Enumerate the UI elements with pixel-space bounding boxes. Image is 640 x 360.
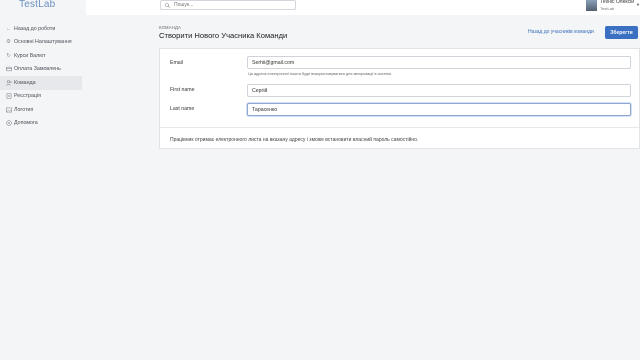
sidebar-item-logo[interactable]: Логотип xyxy=(0,103,82,117)
users-icon xyxy=(4,79,13,86)
chevron-down-icon[interactable]: ▼ xyxy=(636,2,640,7)
user-info[interactable]: Техніс Олексій TestLab xyxy=(600,0,634,11)
search-icon xyxy=(165,2,170,8)
sidebar-item-label: Реєстрація xyxy=(14,93,41,100)
avatar[interactable] xyxy=(586,0,598,11)
last-name-field[interactable] xyxy=(247,103,631,116)
sidebar-item-label: Оплата Замовлень xyxy=(14,66,61,73)
sidebar-item-label: Назад до роботи xyxy=(14,25,56,32)
sidebar-item-payments[interactable]: Оплата Замовлень xyxy=(0,63,82,77)
breadcrumb[interactable]: КОМАНДА xyxy=(159,25,181,30)
sidebar-item-registration[interactable]: Реєстрація xyxy=(0,90,82,104)
help-icon xyxy=(4,120,13,127)
image-icon xyxy=(4,106,13,113)
last-name-label: Last name xyxy=(170,106,195,112)
refresh-icon: ↻ xyxy=(6,52,11,59)
page-title: Створити Нового Учасника Команди xyxy=(159,31,288,40)
user-name: Техніс Олексій xyxy=(600,0,635,5)
sidebar-nav: ← Назад до роботи ⚙ Основні Налаштування… xyxy=(0,22,82,130)
email-label: Email xyxy=(170,60,183,66)
sidebar-item-back[interactable]: ← Назад до роботи xyxy=(0,22,82,36)
email-hint: Ця адреса електронної пошти буде викорис… xyxy=(248,72,392,76)
user-company: TestLab xyxy=(600,5,615,11)
first-name-field[interactable] xyxy=(247,84,631,97)
search-input[interactable] xyxy=(174,2,284,8)
sidebar-item-label: Допомога xyxy=(14,120,38,127)
sidebar-item-settings[interactable]: ⚙ Основні Налаштування xyxy=(0,36,82,50)
topbar: Техніс Олексій TestLab ▼ xyxy=(86,0,640,15)
checklist-icon xyxy=(4,93,13,100)
sidebar-item-help[interactable]: Допомога xyxy=(0,117,82,131)
sidebar-item-label: Команда xyxy=(14,79,36,86)
email-field[interactable] xyxy=(247,56,631,69)
app-logo[interactable]: TestLab xyxy=(0,0,82,16)
gear-icon: ⚙ xyxy=(6,39,11,46)
divider xyxy=(160,127,639,128)
arrow-left-icon: ← xyxy=(5,25,12,32)
card-icon xyxy=(4,66,13,73)
save-button[interactable]: Зберегти xyxy=(605,26,638,39)
first-name-label: First name xyxy=(170,87,195,93)
user-menu[interactable]: Техніс Олексій TestLab ▼ xyxy=(586,0,640,12)
sidebar-item-label: Основні Налаштування xyxy=(14,39,72,46)
sidebar-item-label: Курси Валют xyxy=(14,52,46,59)
back-to-team-link[interactable]: Назад до учасників команди xyxy=(528,29,594,35)
invite-note: Працівник отримає електронного листа на … xyxy=(170,137,419,143)
member-form-card: Email Ця адреса електронної пошти буде в… xyxy=(159,48,640,149)
sidebar-item-currency[interactable]: ↻ Курси Валют xyxy=(0,49,82,63)
app-logo-text: TestLab xyxy=(19,0,56,10)
search-box[interactable] xyxy=(160,0,296,10)
sidebar-item-team[interactable]: Команда xyxy=(0,76,82,90)
sidebar: TestLab ← Назад до роботи ⚙ Основні Нала… xyxy=(0,0,82,360)
sidebar-item-label: Логотип xyxy=(14,106,34,113)
